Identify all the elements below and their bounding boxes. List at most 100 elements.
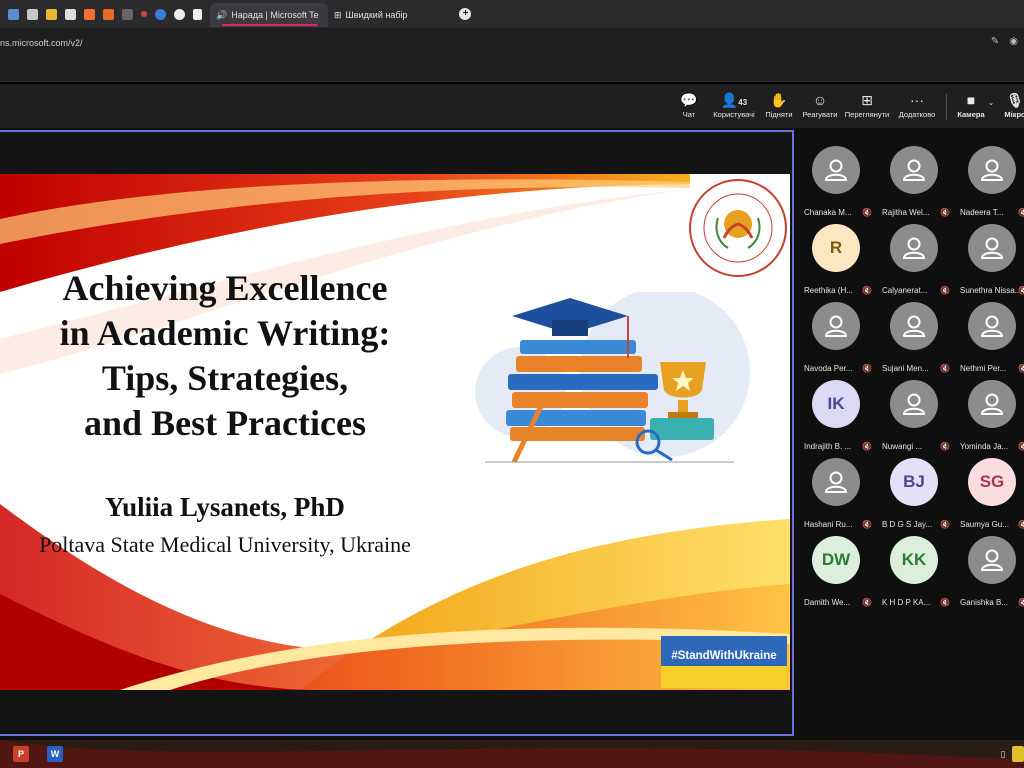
react-button[interactable]: ☺ Реагувати — [800, 92, 840, 119]
pinned-tab-icon[interactable] — [122, 8, 133, 20]
person-icon — [902, 237, 926, 259]
participant-tile[interactable]: Chanaka M... 🔇 — [800, 128, 878, 217]
participant-tile[interactable]: Ganishka B... 🔇 — [956, 518, 1024, 607]
avatar: KK — [890, 536, 938, 584]
chat-icon: 💬 — [680, 92, 698, 108]
avatar: SG — [968, 458, 1016, 506]
more-dots-icon: ··· — [910, 92, 924, 108]
address-bar[interactable]: ns.microsoft.com/v2/ ✎ ◉ — [0, 28, 1024, 58]
pinned-tab-icon[interactable] — [46, 8, 57, 20]
pinned-tab-icon[interactable] — [8, 8, 19, 20]
mic-muted-icon: 🔇 — [862, 598, 872, 607]
person-icon — [902, 315, 926, 337]
edit-icon[interactable]: ✎ — [991, 36, 999, 47]
more-button[interactable]: ··· Додатково — [894, 92, 940, 119]
presentation-slide: Achieving Excellence in Academic Writing… — [0, 174, 790, 690]
participant-tile[interactable]: Sunethra Nissa... 🔇 — [956, 206, 1024, 295]
pinned-tab-icon[interactable] — [27, 8, 38, 20]
slide-affiliation: Poltava State Medical University, Ukrain… — [39, 532, 411, 557]
participant-tile[interactable]: SG Saumya Gu... 🔇 — [956, 440, 1024, 529]
pinned-tab-icon[interactable] — [65, 8, 76, 20]
participant-tile[interactable]: Hashani Ru... 🔇 — [800, 440, 878, 529]
participant-tile[interactable]: BJ B D G S Jay... 🔇 — [878, 440, 956, 529]
participant-tile[interactable]: Navoda Per... 🔇 — [800, 284, 878, 373]
participant-tile[interactable]: Nuwangi ... 🔇 — [878, 362, 956, 451]
avatar: BJ — [890, 458, 938, 506]
tab-teams-meeting[interactable]: 🔊 Нарада | Microsoft Te — [210, 3, 328, 27]
avatar: R — [812, 224, 860, 272]
mic-button[interactable]: 🎙 Мікро — [998, 92, 1024, 119]
avatar — [968, 536, 1016, 584]
taskbar-wallpaper — [0, 740, 1024, 768]
pinned-tab-icon[interactable] — [141, 11, 147, 17]
microphone-tray-icon[interactable] — [1012, 746, 1024, 762]
person-icon — [980, 237, 1004, 259]
new-tab-button[interactable]: + — [459, 8, 472, 20]
pinned-tab-icon[interactable] — [84, 8, 95, 20]
person-icon — [824, 315, 848, 337]
avatar — [812, 302, 860, 350]
view-grid-icon: ⊞ — [861, 92, 873, 108]
avatar — [968, 146, 1016, 194]
smiley-icon: ☺ — [812, 92, 828, 108]
slide-author: Yuliia Lysanets, PhD — [105, 492, 345, 522]
powerpoint-icon[interactable]: P — [13, 746, 29, 762]
participant-tile[interactable]: Rajitha Wel... 🔇 — [878, 128, 956, 217]
flag-yellow-stripe — [661, 666, 787, 688]
avatar — [968, 224, 1016, 272]
participant-tile[interactable]: Nethmi Per... 🔇 — [956, 284, 1024, 373]
mic-muted-icon: 🔇 — [940, 598, 950, 607]
avatar-initials: R — [829, 238, 843, 257]
participant-tile[interactable]: Yominda Ja... 🔇 — [956, 362, 1024, 451]
grid-icon: ⊞ — [334, 9, 342, 20]
tab-speed-dial[interactable]: ⊞ Швидкий набір — [328, 3, 413, 27]
avatar — [812, 146, 860, 194]
avatar: IK — [812, 380, 860, 428]
battery-icon[interactable]: ▯ — [995, 746, 1011, 762]
participant-tile[interactable]: IK Indrajith B. ... 🔇 — [800, 362, 878, 451]
avatar: DW — [812, 536, 860, 584]
meeting-toolbar: 💬 Чат 👤43 Користувачі ✋ Підняти ☺ Реагув… — [0, 82, 1024, 128]
stand-with-ukraine-badge: #StandWithUkraine — [661, 636, 787, 688]
participants-gallery: Chanaka M... 🔇 Rajitha Wel... 🔇 Nadeera T...… — [800, 128, 1024, 740]
person-icon — [824, 159, 848, 181]
participant-tile[interactable]: Sujani Men... 🔇 — [878, 284, 956, 373]
hand-icon: ✋ — [770, 92, 788, 108]
avatar-initials: DW — [821, 550, 851, 569]
document-icon[interactable] — [193, 8, 202, 20]
participant-tile[interactable]: Nadeera T... 🔇 — [956, 128, 1024, 217]
participant-tile[interactable]: R Reethika (H... 🔇 — [800, 206, 878, 295]
raise-hand-button[interactable]: ✋ Підняти — [762, 92, 796, 119]
pinned-tab-icon[interactable] — [103, 8, 114, 20]
avatar — [968, 380, 1016, 428]
person-icon — [980, 549, 1004, 571]
people-button[interactable]: 👤43 Користувачі — [708, 92, 760, 119]
person-icon — [980, 393, 1004, 415]
bookmarks-bar — [0, 58, 1024, 82]
chat-button[interactable]: 💬 Чат — [676, 92, 702, 119]
camera-snapshot-icon[interactable]: ◉ — [1009, 36, 1018, 47]
toolbar-divider — [946, 94, 947, 120]
participant-tile[interactable]: Calyanerat... 🔇 — [878, 206, 956, 295]
pinned-tab-icon[interactable] — [155, 8, 166, 20]
camera-options-chevron-icon[interactable]: ⌄ — [986, 98, 996, 107]
word-icon[interactable]: W — [47, 746, 63, 762]
url-text[interactable]: ns.microsoft.com/v2/ — [0, 38, 83, 48]
avatar — [890, 380, 938, 428]
microphone-icon: 🎙 — [1006, 92, 1024, 108]
camera-button[interactable]: ■ Камера — [954, 92, 988, 119]
person-icon — [980, 159, 1004, 181]
people-icon: 👤 — [720, 92, 739, 108]
view-button[interactable]: ⊞ Переглянути — [842, 92, 892, 119]
participant-tile[interactable]: KK K H D P KA... 🔇 — [878, 518, 956, 607]
avatar-initials: BJ — [903, 472, 925, 491]
shared-screen: Achieving Excellence in Academic Writing… — [0, 130, 794, 736]
person-icon — [980, 315, 1004, 337]
avatar-initials: SG — [979, 472, 1005, 491]
speaker-icon: 🔊 — [216, 9, 228, 20]
participant-tile[interactable]: DW Damith We... 🔇 — [800, 518, 878, 607]
os-taskbar: P W ▯ — [0, 740, 1024, 768]
avatar-initials: KK — [901, 550, 927, 569]
video-camera-icon: ■ — [966, 92, 976, 108]
globe-icon[interactable] — [174, 8, 185, 20]
